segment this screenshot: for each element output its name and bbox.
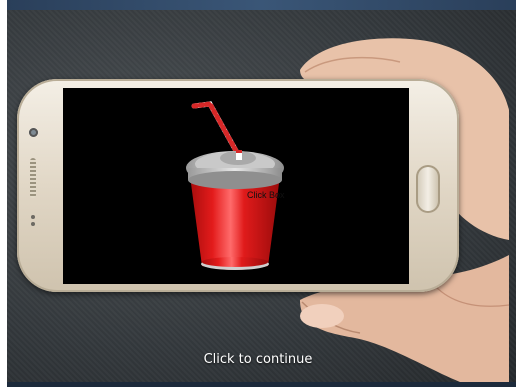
continue-button[interactable]: Click to continue bbox=[0, 352, 516, 367]
sensor-dot bbox=[31, 215, 35, 219]
bottom-border bbox=[7, 382, 516, 387]
click-box-label[interactable]: Click Box bbox=[247, 190, 287, 200]
sensor-dot bbox=[31, 222, 35, 226]
speaker-grille bbox=[30, 158, 36, 198]
soda-cup-icon[interactable] bbox=[180, 98, 290, 278]
home-button-icon bbox=[416, 165, 440, 213]
front-camera-icon bbox=[29, 128, 38, 137]
